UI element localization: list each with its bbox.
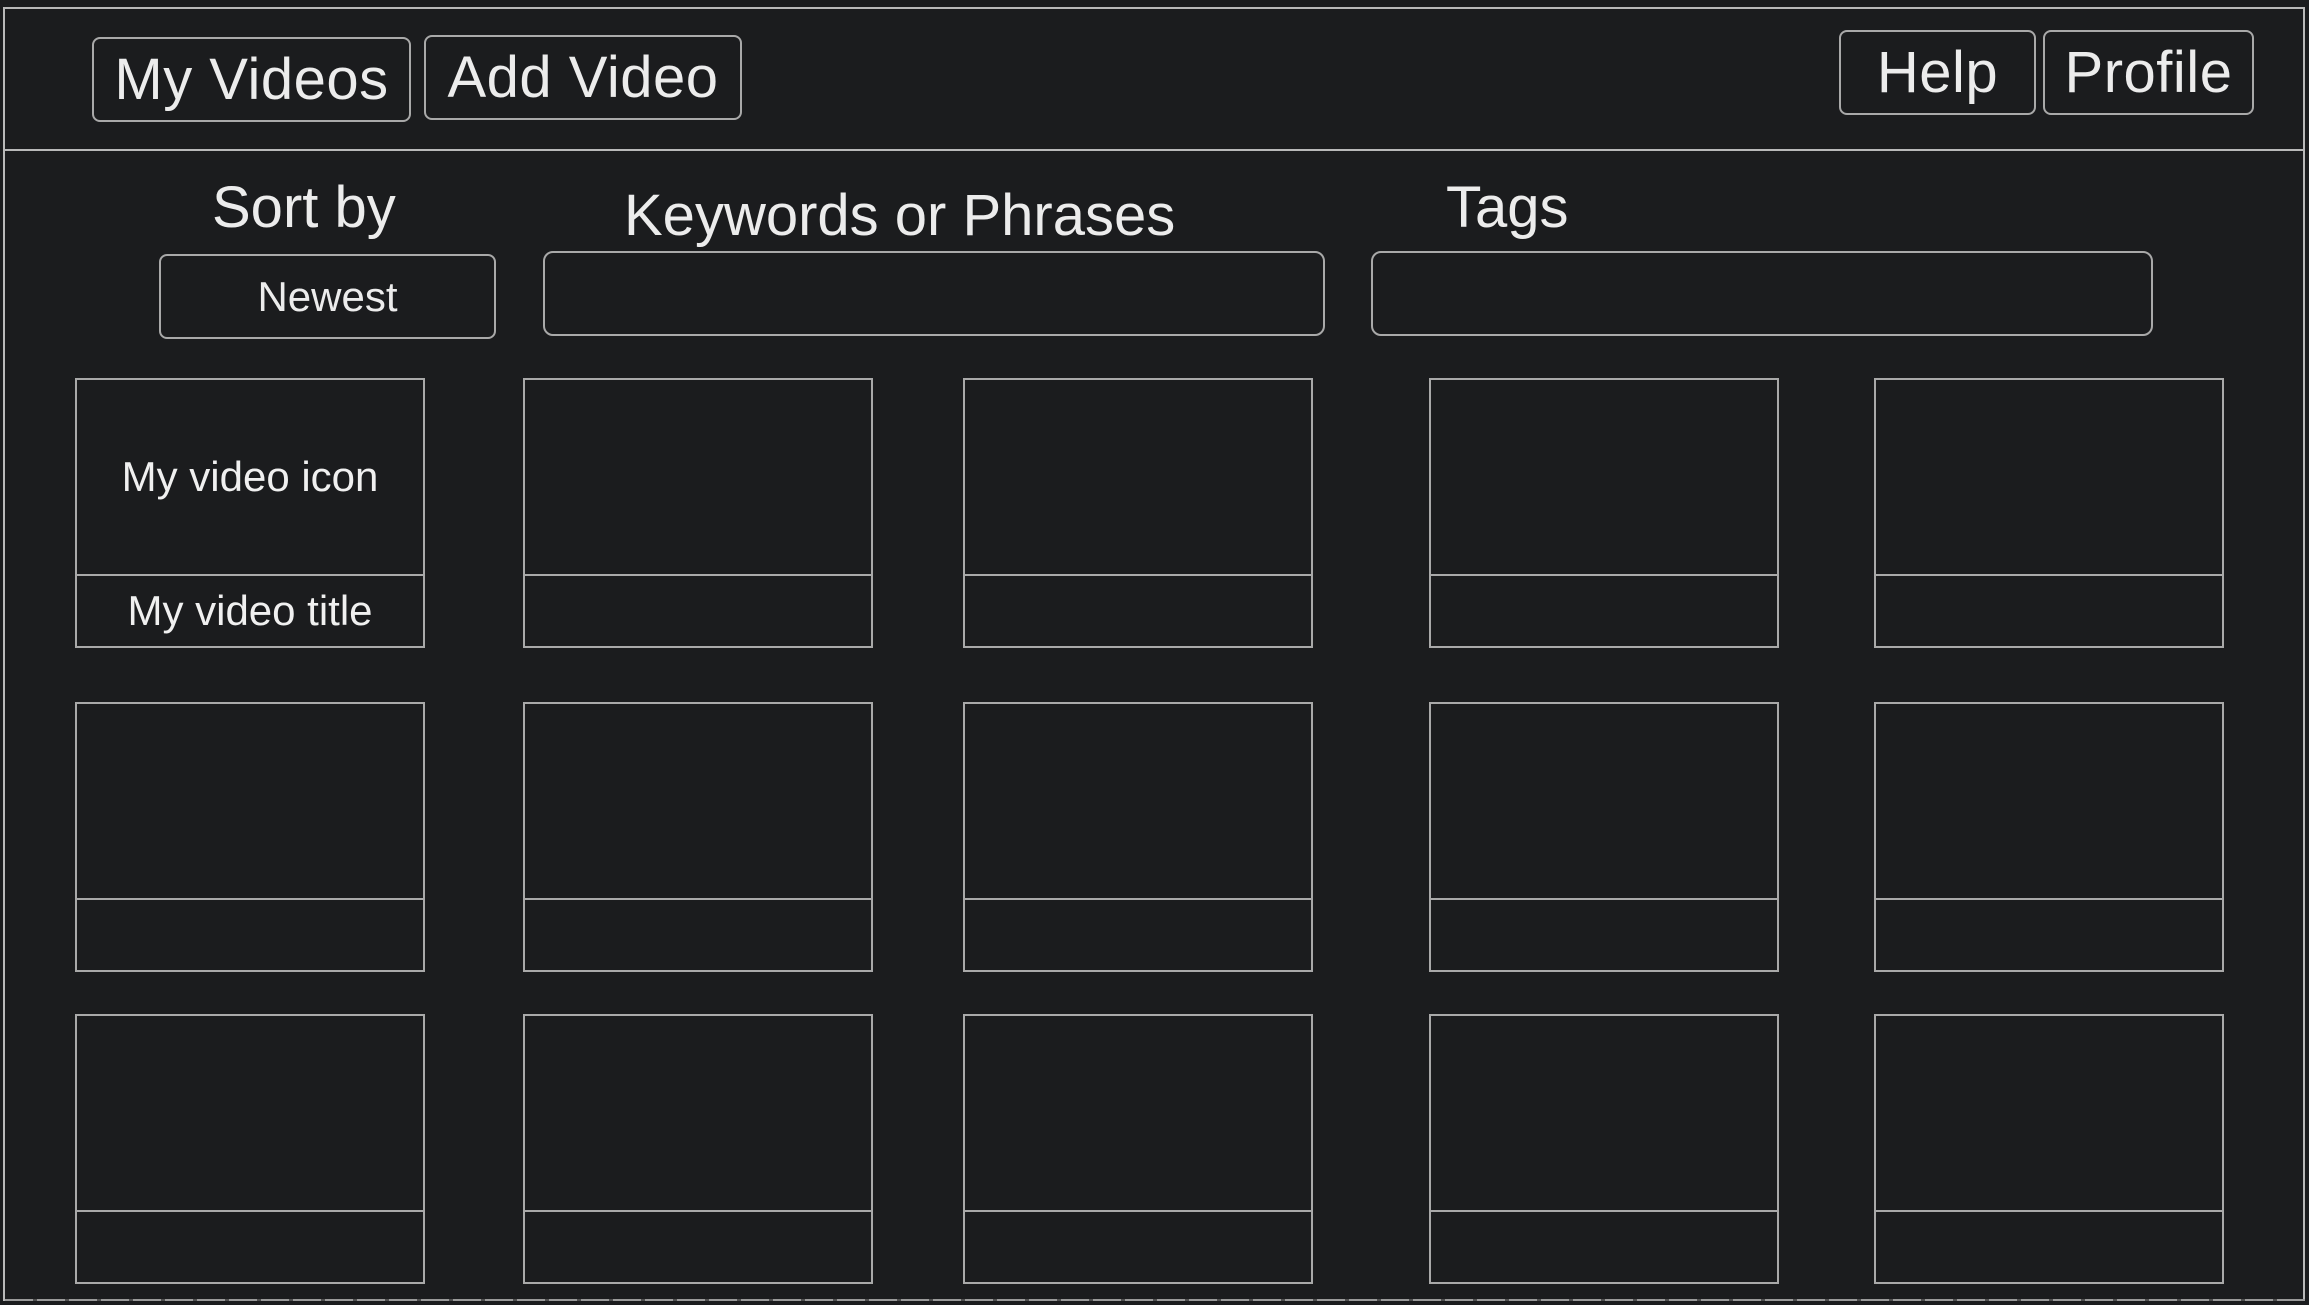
video-title[interactable] bbox=[1874, 574, 2224, 648]
add-video-button[interactable]: Add Video bbox=[424, 35, 742, 120]
tags-input[interactable] bbox=[1371, 251, 2153, 336]
video-title[interactable] bbox=[963, 898, 1313, 972]
video-title[interactable] bbox=[1874, 898, 2224, 972]
video-card[interactable] bbox=[1874, 702, 2224, 972]
my-videos-button[interactable]: My Videos bbox=[92, 37, 411, 122]
video-title[interactable] bbox=[1429, 898, 1779, 972]
video-title[interactable] bbox=[523, 898, 873, 972]
video-card[interactable] bbox=[523, 378, 873, 648]
video-icon[interactable]: My video icon bbox=[75, 378, 425, 576]
video-icon[interactable] bbox=[963, 378, 1313, 576]
video-card[interactable] bbox=[963, 702, 1313, 972]
video-card[interactable] bbox=[1429, 378, 1779, 648]
video-icon[interactable] bbox=[75, 702, 425, 900]
video-title[interactable] bbox=[75, 1210, 425, 1284]
keywords-label: Keywords or Phrases bbox=[624, 183, 1176, 248]
video-card[interactable] bbox=[963, 1014, 1313, 1284]
video-card[interactable]: My video icon My video title bbox=[75, 378, 425, 648]
video-icon[interactable] bbox=[523, 378, 873, 576]
video-title[interactable] bbox=[963, 1210, 1313, 1284]
video-icon[interactable] bbox=[1874, 1014, 2224, 1212]
video-icon[interactable] bbox=[1874, 702, 2224, 900]
video-card[interactable] bbox=[523, 702, 873, 972]
video-title[interactable] bbox=[75, 898, 425, 972]
video-icon[interactable] bbox=[523, 702, 873, 900]
video-card[interactable] bbox=[1874, 378, 2224, 648]
video-title[interactable]: My video title bbox=[75, 574, 425, 648]
video-title[interactable] bbox=[1874, 1210, 2224, 1284]
video-icon[interactable] bbox=[1874, 378, 2224, 576]
help-button[interactable]: Help bbox=[1839, 30, 2036, 115]
video-icon[interactable] bbox=[1429, 378, 1779, 576]
video-card[interactable] bbox=[1874, 1014, 2224, 1284]
video-icon[interactable] bbox=[1429, 1014, 1779, 1212]
tags-label: Tags bbox=[1446, 175, 1569, 240]
video-card[interactable] bbox=[963, 378, 1313, 648]
video-card[interactable] bbox=[1429, 1014, 1779, 1284]
video-icon[interactable] bbox=[1429, 702, 1779, 900]
video-title[interactable] bbox=[963, 574, 1313, 648]
video-icon[interactable] bbox=[963, 702, 1313, 900]
video-title[interactable] bbox=[523, 1210, 873, 1284]
video-card[interactable] bbox=[1429, 702, 1779, 972]
video-title[interactable] bbox=[1429, 1210, 1779, 1284]
bottom-divider bbox=[5, 1299, 2305, 1301]
video-title[interactable] bbox=[1429, 574, 1779, 648]
video-card[interactable] bbox=[75, 1014, 425, 1284]
profile-button[interactable]: Profile bbox=[2043, 30, 2254, 115]
header-divider bbox=[5, 149, 2305, 151]
video-icon[interactable] bbox=[523, 1014, 873, 1212]
video-card[interactable] bbox=[75, 702, 425, 972]
video-card[interactable] bbox=[523, 1014, 873, 1284]
keywords-input[interactable] bbox=[543, 251, 1325, 336]
video-icon[interactable] bbox=[75, 1014, 425, 1212]
video-icon[interactable] bbox=[963, 1014, 1313, 1212]
video-title[interactable] bbox=[523, 574, 873, 648]
sort-select[interactable]: Newest bbox=[159, 254, 496, 339]
sort-by-label: Sort by bbox=[212, 175, 396, 240]
